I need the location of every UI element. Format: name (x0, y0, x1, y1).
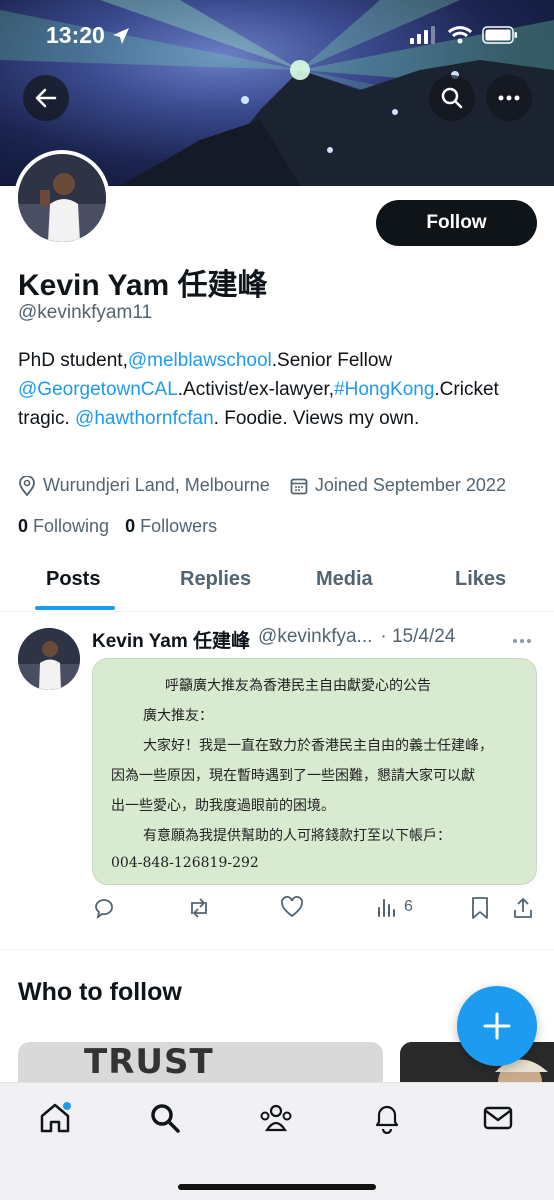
mail-icon (483, 1106, 513, 1130)
avatar-photo (18, 154, 106, 242)
following-label: Following (33, 516, 110, 536)
image-text-line: 廣大推友： (143, 708, 213, 724)
status-time: 13:20 (46, 22, 105, 48)
profile-location: Wurundjeri Land, Melbourne (43, 475, 270, 495)
profile-bio: PhD student,@melblawschool.Senior Fellow… (18, 346, 538, 433)
nav-search[interactable] (148, 1101, 182, 1135)
tweet-image[interactable]: 呼籲廣大推友為香港民主自由獻愛心的公告 廣大推友： 大家好！我是一直在致力於香港… (92, 658, 537, 885)
tab-media[interactable]: Media (316, 568, 373, 591)
bio-link-melblawschool[interactable]: @melblawschool (128, 350, 272, 371)
tab-replies[interactable]: Replies (180, 568, 251, 591)
avatar-photo (18, 628, 80, 690)
image-text-line: 004-848-126819-292 (111, 855, 259, 871)
joined-item: Joined September 2022 (290, 475, 506, 496)
tweet-author-handle[interactable]: @kevinkfya... (258, 626, 372, 653)
bio-text: .Activist/ex-lawyer, (177, 379, 335, 400)
image-text-line: 有意願為我提供幫助的人可將錢款打至以下帳戶： (143, 828, 451, 844)
profile-tabs: Posts Replies Media Likes (0, 556, 554, 612)
profile-name: Kevin Yam 任建峰 (18, 269, 268, 302)
search-icon (151, 1104, 180, 1133)
who-to-follow-title: Who to follow (18, 978, 182, 1006)
cellular-signal-icon (410, 26, 435, 44)
tweet-author-name[interactable]: Kevin Yam 任建峰 (92, 626, 250, 653)
home-icon (40, 1102, 71, 1133)
views-count: 6 (404, 898, 413, 915)
tweet-header: Kevin Yam 任建峰 @kevinkfya... · 15/4/24 (92, 626, 455, 653)
profile-joined: Joined September 2022 (314, 475, 506, 495)
bio-text: . Foodie. Views my own. (213, 408, 420, 429)
profile-avatar[interactable] (14, 150, 110, 246)
nav-home[interactable] (38, 1101, 72, 1135)
profile-meta: Wurundjeri Land, Melbourne Joined Septem… (18, 475, 506, 496)
reply-button[interactable] (92, 896, 116, 920)
image-text-line: 呼籲廣大推友為香港民主自由獻愛心的公告 (165, 678, 431, 694)
follow-button[interactable]: Follow (376, 200, 537, 246)
battery-icon (482, 26, 517, 44)
followers-link[interactable]: 0 Followers (125, 516, 217, 537)
location-pin-icon (19, 475, 35, 496)
profile-handle: @kevinkfyam11 (18, 302, 153, 323)
tweet-avatar[interactable] (18, 628, 80, 690)
tweet-date[interactable]: · 15/4/24 (380, 626, 455, 653)
bio-text: .Senior Fellow (271, 350, 393, 371)
heart-icon (281, 896, 303, 918)
bookmark-icon (472, 897, 488, 919)
follow-counts: 0 Following 0 Followers (18, 516, 217, 537)
analytics-icon (378, 899, 395, 917)
tab-likes[interactable]: Likes (455, 568, 506, 591)
compose-button[interactable] (457, 986, 537, 1066)
plus-icon (483, 1012, 511, 1040)
repost-button[interactable] (186, 896, 212, 920)
location-item: Wurundjeri Land, Melbourne (18, 475, 270, 496)
like-button[interactable] (280, 896, 304, 918)
search-icon (441, 87, 463, 109)
repost-icon (191, 898, 207, 918)
nav-communities[interactable] (259, 1101, 293, 1135)
image-text-line: 因為一些原因，現在暫時遇到了一些困難，懇請大家可以獻 (111, 768, 475, 784)
search-button[interactable] (429, 75, 475, 121)
nav-messages[interactable] (481, 1101, 515, 1135)
views-button[interactable]: 6 (376, 896, 413, 918)
calendar-icon (290, 478, 308, 494)
bio-link-georgetowncal[interactable]: @GeorgetownCAL (18, 379, 178, 400)
bio-link-hawthornfcfan[interactable]: @hawthornfcfan (75, 408, 214, 429)
reply-icon (95, 899, 113, 920)
home-indicator (178, 1184, 376, 1190)
bell-icon (375, 1105, 399, 1134)
tweet-actions: 6 (92, 896, 542, 926)
image-text-line: 大家好！我是一直在致力於香港民主自由的義士任建峰， (143, 738, 493, 754)
status-bar: 13:20 (0, 0, 554, 70)
back-button[interactable] (23, 75, 69, 121)
bio-text: PhD student, (18, 350, 128, 371)
tab-posts[interactable]: Posts (46, 568, 100, 591)
arrow-left-icon (35, 88, 57, 108)
active-tab-indicator (35, 606, 115, 610)
followers-count: 0 (125, 516, 136, 536)
bottom-nav (0, 1082, 554, 1200)
nav-notifications[interactable] (370, 1101, 404, 1135)
following-count: 0 (18, 516, 29, 536)
bookmark-button[interactable] (470, 896, 490, 920)
more-horizontal-icon (498, 95, 520, 101)
share-button[interactable] (512, 896, 534, 920)
wifi-icon (448, 26, 472, 44)
share-icon (514, 897, 532, 918)
bio-link-hongkong[interactable]: #HongKong (334, 379, 434, 400)
section-divider (0, 949, 554, 950)
image-text-line: 出一些愛心，助我度過眼前的困境。 (111, 798, 335, 814)
followers-label: Followers (140, 516, 218, 536)
communities-icon (260, 1104, 292, 1132)
more-options-button[interactable] (486, 75, 532, 121)
location-arrow-icon (112, 27, 129, 44)
more-horizontal-icon (513, 639, 531, 643)
following-link[interactable]: 0 Following (18, 516, 109, 537)
tweet-more-button[interactable] (512, 628, 532, 649)
